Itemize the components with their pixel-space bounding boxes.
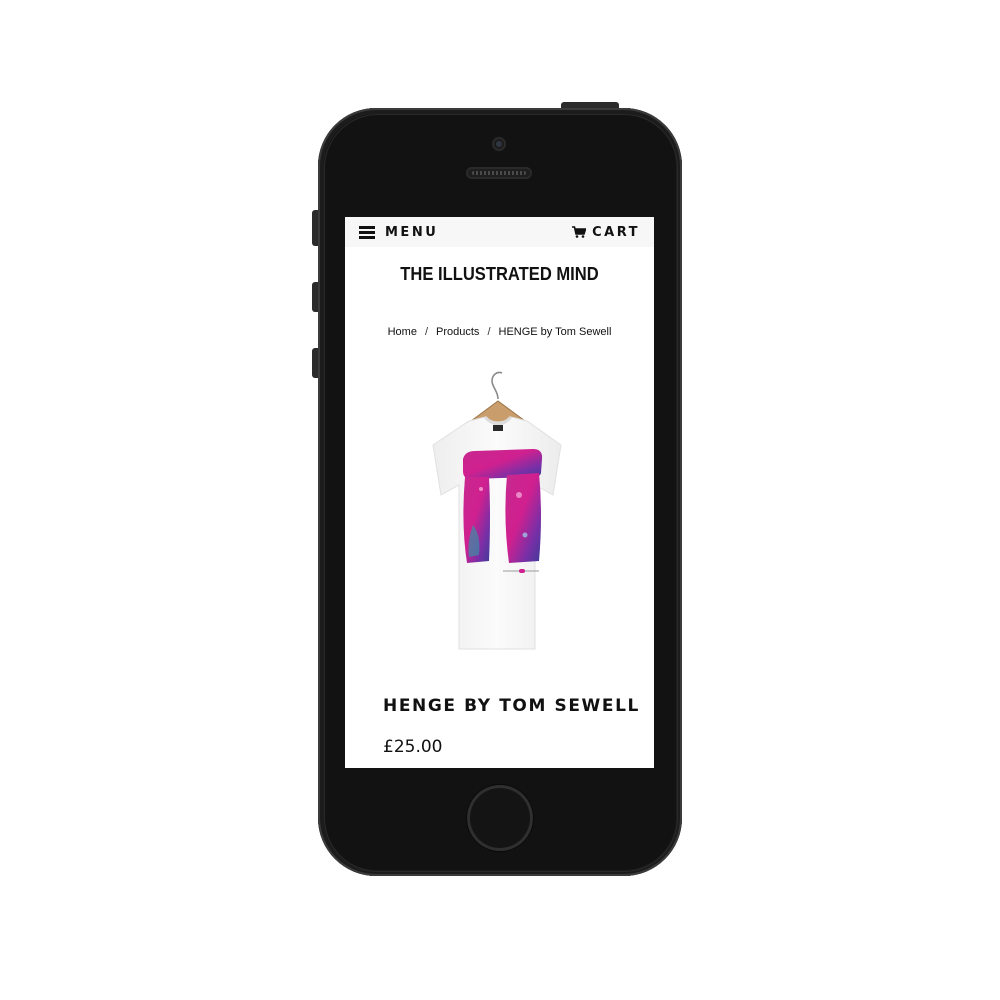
breadcrumb-separator: / — [424, 326, 429, 338]
store-title[interactable]: THE ILLUSTRATED MIND — [357, 264, 641, 285]
breadcrumb: Home / Products / HENGE by Tom Sewell — [345, 326, 654, 338]
breadcrumb-current: HENGE by Tom Sewell — [498, 326, 612, 338]
hamburger-icon — [359, 226, 375, 239]
phone-screen: MENU CART THE ILLUSTRATED MIND Home / Prod… — [345, 217, 654, 768]
cart-button[interactable]: CART — [572, 223, 640, 241]
hanger-hook — [491, 371, 503, 400]
top-navigation-bar: MENU CART — [345, 217, 654, 247]
front-camera — [492, 137, 506, 151]
cart-label: CART — [592, 224, 640, 240]
home-button[interactable] — [467, 785, 533, 851]
product-title: HENGE BY TOM SEWELL — [383, 696, 640, 716]
product-price: £25.00 — [383, 737, 443, 757]
cart-icon — [572, 226, 587, 238]
breadcrumb-home[interactable]: Home — [388, 326, 417, 338]
product-image[interactable] — [393, 365, 605, 660]
menu-button[interactable]: MENU — [359, 223, 438, 241]
breadcrumb-separator: / — [487, 326, 491, 338]
menu-label: MENU — [385, 224, 439, 240]
breadcrumb-products[interactable]: Products — [436, 326, 479, 338]
earpiece-speaker — [466, 167, 532, 179]
